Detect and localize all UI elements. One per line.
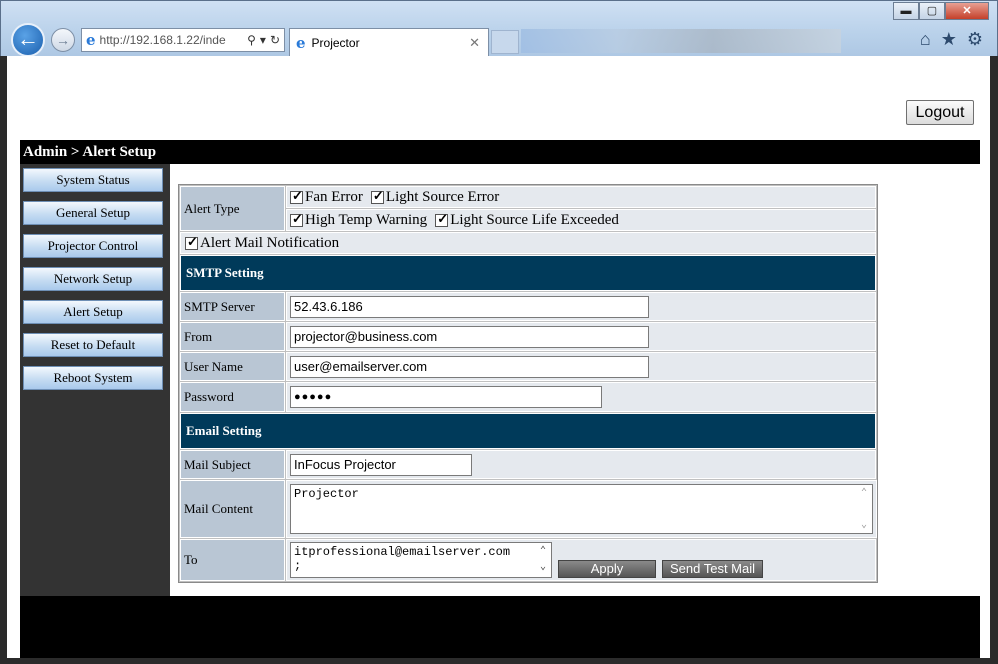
smtp-server-row: SMTP Server 52.43.6.186: [180, 292, 876, 321]
sidebar-item-network-setup[interactable]: Network Setup: [23, 267, 163, 291]
browser-chrome: ▬ ▢ ✕ ← → e http://192.168.1.22/inde ⚲ ▾…: [0, 0, 998, 57]
alert-mail-checkbox[interactable]: [185, 234, 198, 250]
content-row: Mail Content Projector ⌃ ⌄: [180, 480, 877, 538]
to-label: To: [180, 539, 285, 581]
address-bar[interactable]: e http://192.168.1.22/inde ⚲ ▾ ↻: [81, 28, 285, 52]
sidebar-item-reboot-system[interactable]: Reboot System: [23, 366, 163, 390]
blurred-area: [521, 29, 841, 53]
password-label: Password: [180, 382, 285, 412]
subject-input[interactable]: InFocus Projector: [290, 453, 472, 476]
alert-type-label: Alert Type: [180, 186, 285, 231]
alert-mail-label: Alert Mail Notification: [200, 234, 340, 251]
home-icon[interactable]: ⌂: [920, 29, 931, 50]
sidebar-item-alert-setup[interactable]: Alert Setup: [23, 300, 163, 324]
refresh-icon[interactable]: ↻: [270, 33, 280, 47]
close-icon[interactable]: ✕: [945, 2, 989, 20]
from-input[interactable]: projector@business.com: [290, 325, 649, 348]
ie-logo-icon: e: [86, 31, 96, 49]
address-text[interactable]: http://192.168.1.22/inde: [100, 33, 244, 47]
sidebar-item-reset-to-default[interactable]: Reset to Default: [23, 333, 163, 357]
to-text-line2: ;: [294, 559, 302, 573]
smtp-server-input[interactable]: 52.43.6.186: [290, 295, 649, 318]
password-row: Password ●●●●●: [180, 382, 876, 412]
light-source-life-label: Light Source Life Exceeded: [450, 211, 619, 228]
to-row: To itprofessional@emailserver.com ; ⌃ ⌄ A…: [180, 539, 876, 581]
light-source-error-label: Light Source Error: [385, 188, 500, 205]
window-controls: ▬ ▢ ✕: [893, 2, 989, 20]
page-footer: [20, 596, 980, 658]
scroll-up-icon[interactable]: ⌃: [537, 545, 549, 559]
content-text: Projector: [294, 487, 359, 501]
smtp-section-header: SMTP Setting: [180, 255, 876, 291]
tab-projector[interactable]: e Projector ✕: [289, 28, 489, 56]
scroll-up-icon[interactable]: ⌃: [858, 487, 870, 499]
fan-error-checkbox[interactable]: [290, 188, 303, 204]
gear-icon[interactable]: ⚙: [967, 29, 983, 50]
back-arrow-icon[interactable]: ←: [11, 23, 45, 57]
from-label: From: [180, 322, 285, 351]
content-textarea[interactable]: Projector ⌃ ⌄: [290, 484, 873, 534]
alert-setup-form: Alert Type Fan Error Light Source Error …: [178, 184, 878, 583]
to-textarea[interactable]: itprofessional@emailserver.com ; ⌃ ⌄: [290, 542, 552, 578]
forward-arrow-icon[interactable]: →: [51, 28, 75, 52]
subject-row: Mail Subject InFocus Projector: [180, 450, 876, 479]
apply-button[interactable]: Apply: [558, 560, 656, 578]
subject-label: Mail Subject: [180, 450, 285, 479]
scroll-down-icon[interactable]: ⌄: [537, 561, 549, 575]
to-text-line1: itprofessional@emailserver.com: [294, 545, 511, 559]
send-test-mail-button[interactable]: Send Test Mail: [662, 560, 763, 578]
scroll-down-icon[interactable]: ⌄: [858, 519, 870, 531]
from-row: From projector@business.com: [180, 322, 876, 351]
high-temp-warning-checkbox[interactable]: [290, 211, 303, 227]
alert-type-row: Alert Type Fan Error Light Source Error …: [180, 186, 876, 231]
fan-error-label: Fan Error: [305, 188, 363, 205]
username-input[interactable]: user@emailserver.com: [290, 355, 649, 378]
sidebar-item-general-setup[interactable]: General Setup: [23, 201, 163, 225]
minimize-icon[interactable]: ▬: [893, 2, 919, 20]
logout-button[interactable]: Logout: [906, 100, 974, 125]
dropdown-icon[interactable]: ▾: [260, 33, 266, 47]
password-input[interactable]: ●●●●●: [290, 386, 602, 408]
ie-logo-icon: e: [296, 33, 306, 52]
main-content: System Status General Setup Projector Co…: [20, 164, 980, 596]
username-row: User Name user@emailserver.com: [180, 352, 876, 381]
light-source-error-checkbox[interactable]: [370, 188, 384, 204]
alert-mail-row: Alert Mail Notification: [180, 232, 876, 254]
email-section-header: Email Setting: [180, 413, 876, 449]
search-icon[interactable]: ⚲: [247, 33, 256, 47]
tab-title: Projector: [311, 35, 360, 50]
light-source-life-checkbox[interactable]: [435, 211, 449, 227]
content-label: Mail Content: [180, 480, 285, 538]
tab-close-icon[interactable]: ✕: [469, 35, 480, 51]
new-tab-button[interactable]: [491, 30, 519, 54]
sidebar-item-projector-control[interactable]: Projector Control: [23, 234, 163, 258]
sidebar: System Status General Setup Projector Co…: [20, 164, 170, 596]
username-label: User Name: [180, 352, 285, 381]
high-temp-warning-label: High Temp Warning: [305, 211, 428, 228]
page-viewport: Logout Admin > Alert Setup System Status…: [7, 56, 990, 658]
maximize-icon[interactable]: ▢: [919, 2, 945, 20]
smtp-server-label: SMTP Server: [180, 292, 285, 321]
page-title: Admin > Alert Setup: [20, 140, 980, 164]
sidebar-item-system-status[interactable]: System Status: [23, 168, 163, 192]
star-icon[interactable]: ★: [941, 29, 957, 50]
